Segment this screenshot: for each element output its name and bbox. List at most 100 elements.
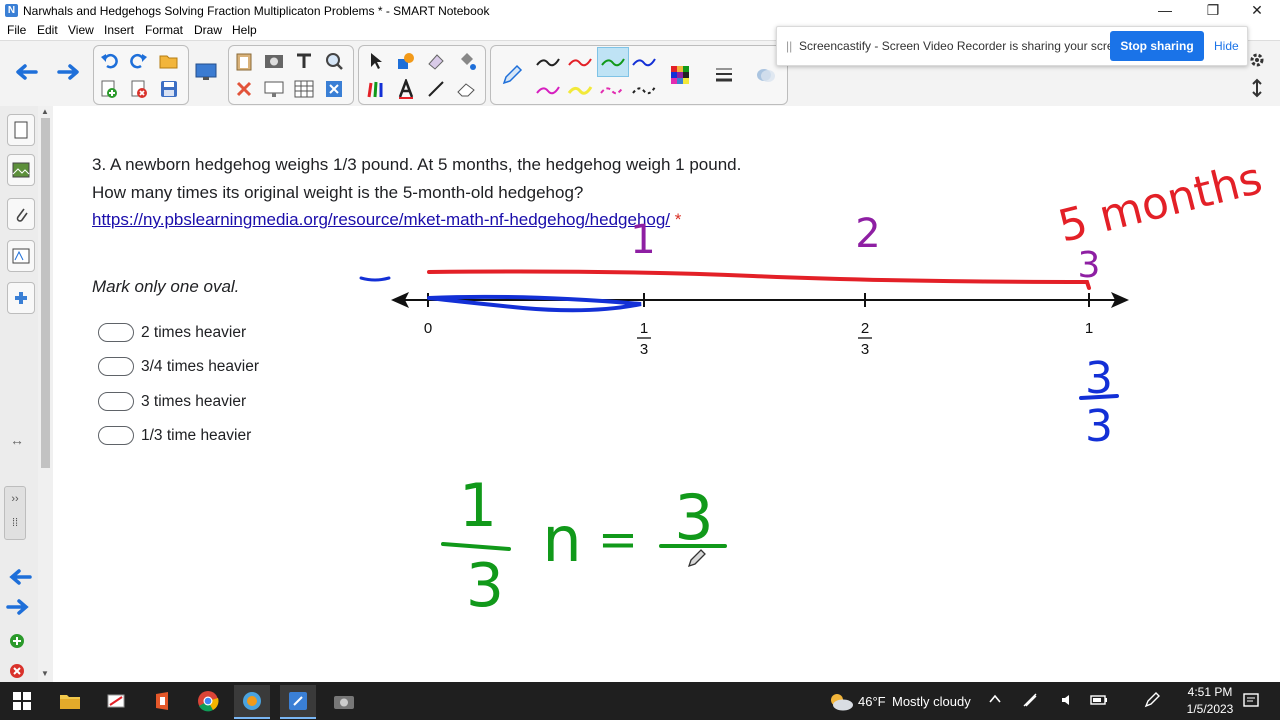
toolbar-move-icon[interactable]: [1244, 75, 1270, 101]
text-a-icon[interactable]: [393, 76, 419, 102]
drag-handle-icon[interactable]: ||: [786, 39, 792, 53]
pen-style-red-icon[interactable]: [567, 49, 593, 75]
share-message: Screencastify - Screen Video Recorder is…: [799, 39, 1131, 53]
hide-banner-link[interactable]: Hide: [1214, 39, 1239, 53]
side-tabs: ↔ ›› ⁞⁞: [0, 106, 39, 682]
windows-start-icon[interactable]: [4, 685, 40, 717]
clock-date[interactable]: 1/5/2023: [1176, 702, 1244, 716]
scroll-down-icon[interactable]: ▼: [41, 669, 49, 678]
vertical-scrollbar[interactable]: ▲ ▼: [38, 106, 53, 682]
add-page-side-icon[interactable]: [8, 632, 26, 655]
menu-insert[interactable]: Insert: [104, 23, 134, 37]
gallery-tab-icon[interactable]: [7, 154, 35, 186]
window-title: Narwhals and Hedgehogs Solving Fraction …: [23, 4, 490, 18]
close-button[interactable]: ✕: [1234, 0, 1280, 22]
pen-properties-group: [490, 45, 788, 105]
eraser-large-icon[interactable]: [453, 76, 479, 102]
volume-icon[interactable]: [1060, 692, 1076, 713]
handwritten-eq-num: 1: [459, 471, 497, 541]
pen-workspace-icon[interactable]: [1144, 692, 1160, 713]
undo-icon[interactable]: [96, 48, 122, 74]
select-arrow-icon[interactable]: [363, 48, 389, 74]
line-width-icon[interactable]: [711, 62, 737, 88]
add-page-icon[interactable]: [96, 76, 122, 102]
notebook-app-icon[interactable]: [280, 685, 316, 719]
fill-icon[interactable]: [453, 48, 479, 74]
handwritten-jump-3: 3: [1078, 245, 1101, 286]
open-folder-icon[interactable]: [156, 48, 182, 74]
scrollbar-thumb[interactable]: [41, 118, 50, 468]
prev-page-arrow-icon[interactable]: [6, 568, 32, 591]
pen-style-black-dash-icon[interactable]: [631, 77, 657, 103]
smart-app-icon[interactable]: [234, 685, 270, 719]
label-zero: 0: [424, 320, 432, 337]
full-screen-icon[interactable]: [261, 76, 287, 102]
menu-draw[interactable]: Draw: [194, 23, 222, 37]
chrome-icon[interactable]: [190, 685, 226, 717]
display-screen-icon[interactable]: [193, 59, 219, 85]
pen-style-magenta-icon[interactable]: [535, 77, 561, 103]
paste-icon[interactable]: [231, 48, 257, 74]
screen-capture-icon[interactable]: [261, 48, 287, 74]
shapes-icon[interactable]: [393, 48, 419, 74]
attachments-tab-icon[interactable]: [7, 198, 35, 230]
pen-tool-icon[interactable]: [499, 62, 525, 88]
forward-arrow-icon[interactable]: [56, 59, 82, 85]
clock-time[interactable]: 4:51 PM: [1180, 685, 1240, 699]
collapse-tabs-icon[interactable]: ›› ⁞⁞: [4, 486, 26, 540]
menu-view[interactable]: View: [68, 23, 94, 37]
restore-button[interactable]: ❐: [1190, 0, 1236, 22]
properties-tab-icon[interactable]: [7, 240, 35, 272]
eraser-icon[interactable]: [423, 48, 449, 74]
network-icon[interactable]: [1022, 692, 1038, 713]
tray-chevron-icon[interactable]: [988, 692, 1002, 711]
minimize-button[interactable]: —: [1142, 0, 1188, 22]
text-tool-icon[interactable]: [291, 48, 317, 74]
back-arrow-icon[interactable]: [13, 59, 39, 85]
menu-edit[interactable]: Edit: [37, 23, 58, 37]
menu-help[interactable]: Help: [232, 23, 257, 37]
pen-style-pink-dash-icon[interactable]: [599, 77, 625, 103]
snipping-tool-icon[interactable]: [98, 685, 134, 717]
save-icon[interactable]: [156, 76, 182, 102]
close-view-icon[interactable]: [321, 76, 347, 102]
weather-description[interactable]: Mostly cloudy: [892, 694, 971, 709]
pens-icon[interactable]: [363, 76, 389, 102]
insert-table-icon[interactable]: [291, 76, 317, 102]
menu-file[interactable]: File: [7, 23, 26, 37]
delete-icon[interactable]: [231, 76, 257, 102]
addons-tab-icon[interactable]: [7, 282, 35, 314]
page-sorter-tab-icon[interactable]: [7, 114, 35, 146]
draw-tool-group: [358, 45, 486, 105]
notebook-page[interactable]: 3. A newborn hedgehog weighs 1/3 pound. …: [53, 106, 1280, 682]
stop-sharing-button[interactable]: Stop sharing: [1110, 31, 1204, 61]
handwritten-jump-2: 2: [855, 211, 880, 257]
handwritten-eq-var: n: [542, 503, 581, 576]
menu-format[interactable]: Format: [145, 23, 183, 37]
office-app-icon[interactable]: [144, 685, 180, 717]
label-two-thirds-num: 2: [861, 320, 869, 337]
delete-page-icon[interactable]: [126, 76, 152, 102]
notification-icon[interactable]: [1242, 692, 1260, 715]
pen-style-yellow-icon[interactable]: [567, 77, 593, 103]
line-tool-icon[interactable]: [423, 76, 449, 102]
next-page-arrow-icon[interactable]: [6, 598, 32, 621]
screen-share-banner: || Screencastify - Screen Video Recorder…: [776, 26, 1248, 66]
pen-style-black-icon[interactable]: [535, 49, 561, 75]
scroll-up-icon[interactable]: ▲: [41, 107, 49, 116]
pen-style-green-icon[interactable]: [597, 47, 629, 77]
handwritten-eq-den: 3: [466, 551, 504, 621]
gallery-search-icon[interactable]: [321, 48, 347, 74]
color-palette-icon[interactable]: [667, 62, 693, 88]
handwritten-blue-3-bottom: 3: [1085, 401, 1113, 452]
redo-icon[interactable]: [126, 48, 152, 74]
weather-temperature[interactable]: 46°F: [858, 694, 886, 709]
handwritten-fraction-bar: [1079, 394, 1119, 400]
transparency-icon[interactable]: [753, 62, 779, 88]
resize-handle-icon[interactable]: ↔: [10, 432, 24, 448]
camera-app-icon[interactable]: [326, 685, 362, 717]
battery-icon[interactable]: [1090, 693, 1108, 712]
pen-style-blue-icon[interactable]: [631, 49, 657, 75]
file-explorer-icon[interactable]: [52, 685, 88, 717]
number-line-drawing: 0 1 3 2 3 1 1 2 3 5 months 3 3 1 3 n = 3: [359, 153, 1267, 621]
